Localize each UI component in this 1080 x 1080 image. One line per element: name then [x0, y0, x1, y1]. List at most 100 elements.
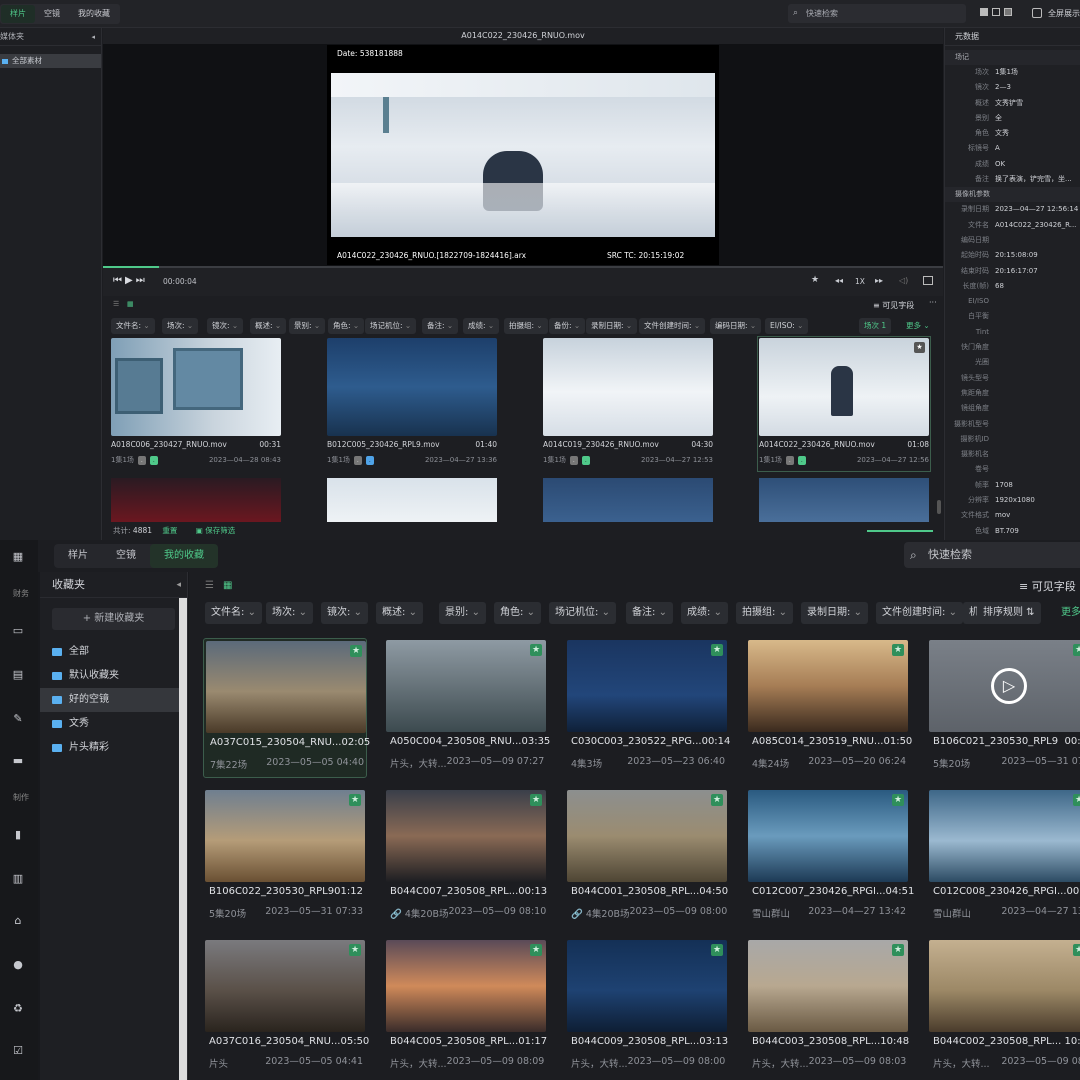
forward-icon[interactable]: ▸▸ — [875, 276, 883, 285]
visible-fields-button[interactable]: ≡ 可见字段 — [873, 300, 914, 311]
star-icon[interactable]: ★ — [530, 794, 542, 806]
clip-card[interactable]: ★ B044C005_230508_RPL... 01:17 片头，大转... 2023… — [384, 938, 548, 1078]
clip-thumbnail[interactable]: B012C005_230426_RPL9.mov 01:40 1集1场.. 2023… — [327, 338, 497, 470]
filter-chip[interactable]: 景别: ⌄ — [439, 602, 486, 624]
star-icon[interactable]: ★ — [349, 944, 361, 956]
visible-fields-button[interactable]: ≡ 可见字段 — [1019, 578, 1076, 594]
metadata-value[interactable]: BT.709 — [995, 524, 1019, 539]
metadata-value[interactable]: 1920x1080 — [995, 493, 1035, 508]
star-icon[interactable]: ★ — [349, 794, 361, 806]
video-frame[interactable]: Date: 538181888 A014C022_230426_RNUO.[18… — [327, 45, 719, 265]
fullscreen-button[interactable]: 全屏展示 — [1048, 8, 1080, 19]
star-icon[interactable]: ★ — [811, 275, 819, 285]
prev-icon[interactable]: ⏮ — [113, 275, 125, 286]
clip-card[interactable]: ★ C012C007_230426_RPGI... 04:51 雪山群山 2023—04… — [746, 788, 914, 928]
filter-chip[interactable]: 镜次: ⌄ — [207, 318, 244, 334]
star-icon[interactable]: ★ — [711, 794, 723, 806]
metadata-value[interactable]: 20:15:08:09 — [995, 248, 1038, 263]
clip-thumbnail-partial[interactable] — [327, 478, 497, 522]
filter-chip[interactable]: 文件创建时间: ⌄ — [876, 602, 963, 624]
new-favorite-folder-button[interactable]: + 新建收藏夹 — [52, 608, 175, 630]
view-mode-icons[interactable] — [980, 8, 1014, 18]
metadata-value[interactable]: mov — [995, 508, 1010, 523]
filter-chip[interactable]: 文件名: ⌄ — [205, 602, 262, 624]
clip-thumbnail-selected[interactable]: ★ A014C022_230426_RNUO.mov 01:08 1集1场.. 20… — [757, 336, 931, 472]
filter-chip[interactable]: 文件名: ⌄ — [111, 318, 155, 334]
progress-bar[interactable] — [103, 266, 159, 268]
clip-card[interactable]: ★ B044C002_230508_RPL...10:3 片头，大转... 2023—… — [927, 938, 1080, 1078]
clip-card[interactable]: ★ A050C004_230508_RNU... 03:35 片头，大转... 2023… — [384, 638, 550, 778]
metadata-value[interactable]: 全 — [995, 111, 1002, 126]
filter-chip[interactable]: 备份: ⌄ — [549, 318, 586, 334]
home-icon[interactable]: ⌂ — [11, 914, 25, 928]
grid-icon[interactable]: ▦ — [11, 550, 25, 564]
clip-card[interactable]: ★ B044C003_230508_RPL... 10:48 片头，大转... 2023… — [746, 938, 910, 1078]
star-icon[interactable]: ★ — [530, 944, 542, 956]
save-filter-button[interactable]: ▣ 保存筛选 — [196, 526, 235, 535]
more-filters-button[interactable]: 更多 ⌄ — [901, 318, 935, 334]
clip-thumbnail-partial[interactable] — [759, 478, 929, 522]
clip-thumbnail[interactable]: A018C006_230427_RNUO.mov 00:31 1集1场.. 2023… — [111, 338, 281, 470]
play-icon[interactable]: ▷ — [991, 668, 1027, 704]
filter-chip[interactable]: 编码日期: ⌄ — [710, 318, 762, 334]
metadata-value[interactable]: OK — [995, 157, 1005, 172]
play-icon[interactable]: ▶ — [125, 275, 136, 286]
grid-view-icon[interactable]: ▦ — [223, 580, 232, 591]
edit-document-icon[interactable]: ✎ — [11, 712, 25, 726]
star-icon[interactable]: ★ — [530, 644, 542, 656]
layout-split-icon[interactable] — [992, 8, 1000, 16]
filter-chip[interactable]: 场次: ⌄ — [162, 318, 199, 334]
main-search-input[interactable]: ⌕ 快速检索 — [904, 542, 1080, 568]
expand-icon[interactable] — [923, 276, 933, 285]
user-icon[interactable]: ● — [11, 958, 25, 972]
clip-thumbnail-partial[interactable] — [111, 478, 281, 522]
grid-view-icon[interactable]: ▦ — [127, 300, 134, 308]
star-icon[interactable]: ★ — [1073, 944, 1080, 956]
scrollbar[interactable] — [179, 598, 187, 1080]
checklist-icon[interactable]: ☑ — [11, 1044, 25, 1058]
search-input[interactable]: ⌕ 快速检索 — [788, 4, 966, 23]
next-icon[interactable]: ⏭ — [136, 275, 148, 286]
sort-button[interactable]: 排序规则 ⇅ — [977, 602, 1041, 624]
clip-card[interactable]: ★ A037C015_230504_RNU... 02:05 7集22场 2023—05… — [203, 638, 370, 778]
tab-my-favorites[interactable]: 我的收藏 — [69, 5, 119, 23]
filter-chip[interactable]: 拍摄组: ⌄ — [736, 602, 793, 624]
clip-card[interactable]: ★ B044C001_230508_RPL... 04:50 🔗 4集20B场 2023… — [565, 788, 729, 928]
layout-icon[interactable] — [980, 8, 988, 16]
metadata-value[interactable]: 20:16:17:07 — [995, 264, 1038, 279]
favorite-folder-good-empty-shots[interactable]: 好的空镜 — [40, 688, 187, 712]
clipboard-icon[interactable]: ▥ — [11, 872, 25, 886]
star-icon[interactable]: ★ — [1073, 644, 1080, 656]
metadata-value[interactable]: 2—3 — [995, 80, 1011, 95]
favorite-folder-wenxiu[interactable]: 文秀 — [40, 712, 187, 736]
filter-chip[interactable]: EI/ISO: ⌄ — [765, 318, 809, 334]
sidebar-item-all-media[interactable]: 全部素材 — [0, 54, 101, 68]
clip-thumbnail[interactable]: A014C019_230426_RNUO.mov 04:30 1集1场.. 2023… — [543, 338, 713, 470]
filter-chip[interactable]: 镜次: ⌄ — [321, 602, 368, 624]
filter-chip[interactable]: 拍摄组: ⌄ — [504, 318, 548, 334]
tab-dailies[interactable]: 样片 — [1, 5, 35, 23]
clip-card[interactable]: ▷★B106C021_230530_RPL900:45集20场2023—05—3… — [927, 638, 1080, 778]
metadata-value[interactable]: A — [995, 141, 1000, 156]
fullscreen-icon[interactable] — [1032, 8, 1042, 18]
filter-chip[interactable]: 概述: ⌄ — [250, 318, 287, 334]
filter-chip[interactable]: 成绩: ⌄ — [463, 318, 500, 334]
filter-chip[interactable]: 角色: ⌄ — [494, 602, 541, 624]
filter-chip[interactable]: 备注: ⌄ — [626, 602, 673, 624]
id-card-icon[interactable]: ▭ — [11, 624, 25, 638]
clip-card[interactable]: ★ A085C014_230519_RNU... 01:50 4集24场 2023—05… — [746, 638, 912, 778]
sort-chip[interactable]: 场次 1 — [859, 318, 892, 334]
document-lock-icon[interactable]: ▤ — [11, 668, 25, 682]
metadata-value[interactable]: 1708 — [995, 478, 1013, 493]
clip-card[interactable]: ★ B044C009_230508_RPL... 03:13 片头，大转... 2023… — [565, 938, 729, 1078]
filter-chip[interactable]: 成绩: ⌄ — [681, 602, 728, 624]
clip-card[interactable]: ★ B044C007_230508_RPL... 00:13 🔗 4集20B场 2023… — [384, 788, 548, 928]
metadata-value[interactable]: 文秀铲雪 — [995, 96, 1023, 111]
favorite-folder-default[interactable]: 默认收藏夹 — [40, 664, 187, 688]
star-icon[interactable]: ★ — [892, 794, 904, 806]
list-view-icon[interactable]: ☰ — [205, 580, 214, 591]
list-view-icon[interactable]: ☰ — [113, 300, 119, 308]
filter-chip[interactable]: 场记机位: ⌄ — [365, 318, 417, 334]
volume-icon[interactable]: ◁) — [899, 276, 908, 285]
metadata-value[interactable]: 换了表演，铲完雪，坐... — [995, 172, 1072, 187]
